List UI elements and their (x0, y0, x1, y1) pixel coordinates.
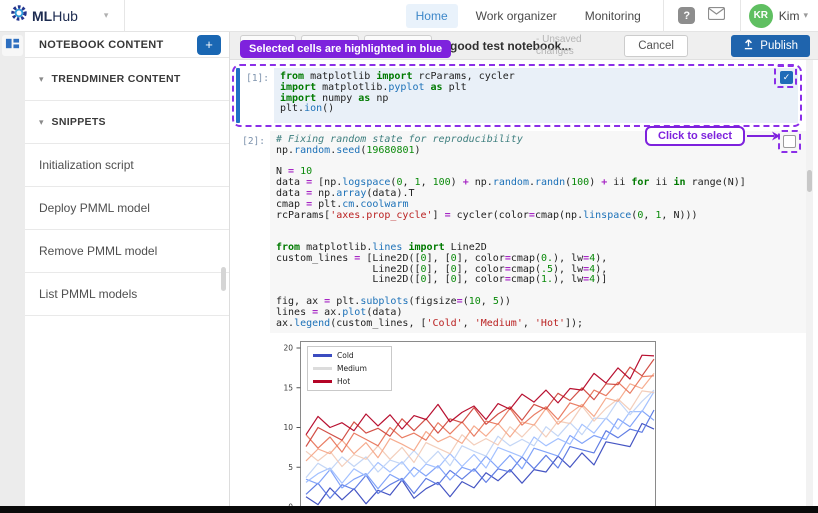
layout-panel-button[interactable] (2, 35, 23, 56)
mlhub-logo[interactable]: MLHub ▾ (0, 0, 118, 31)
notebook-scrollbar-thumb[interactable] (807, 170, 812, 192)
item-label: Deploy PMML model (39, 201, 150, 215)
annotation-arrow (747, 128, 781, 144)
cell-output-figure: 05101520ColdMediumHot (262, 339, 658, 506)
svg-text:15: 15 (283, 383, 293, 392)
topbar-divider (124, 0, 125, 32)
logo-dropdown-chevron-icon[interactable]: ▾ (104, 10, 109, 21)
selected-cell-annotation-border: [1]: from matplotlib import rcParams, cy… (232, 64, 802, 127)
sidebar-item-deploy-pmml-model[interactable]: Deploy PMML model (25, 187, 229, 230)
topbar: MLHub ▾ Home Work organizer Monitoring ? (0, 0, 818, 32)
cell-code[interactable]: # Fixing random state for reproducibilit… (270, 131, 807, 333)
sidebar-header: NOTEBOOK CONTENT + (25, 32, 229, 58)
svg-text:Cold: Cold (337, 351, 354, 360)
button-label: Publish (760, 40, 798, 52)
item-label: List PMML models (39, 287, 137, 301)
grid-layout-icon (5, 36, 20, 56)
notebook-editor: ⊕ New ↥ Load ↧ Import 1 good test notebo… (230, 32, 818, 506)
user-name: Kim (779, 9, 800, 23)
sidebar-item-list-pmml-models[interactable]: List PMML models (25, 273, 229, 316)
svg-text:10: 10 (283, 423, 293, 432)
topbar-divider (740, 0, 741, 32)
window-bottom-edge (0, 506, 818, 513)
svg-text:20: 20 (283, 344, 293, 353)
content-area: NOTEBOOK CONTENT + ▾ TRENDMINER CONTENT … (0, 32, 818, 506)
item-label: Remove PMML model (39, 244, 157, 258)
cell-prompt: [1]: (240, 68, 274, 123)
item-label: Initialization script (39, 158, 134, 172)
svg-text:5: 5 (288, 463, 293, 472)
nav-monitoring[interactable]: Monitoring (575, 4, 651, 28)
publish-upload-icon (743, 39, 754, 53)
user-menu[interactable]: KR Kim ▾ (749, 4, 808, 28)
notebook-toolbar: ⊕ New ↥ Load ↧ Import 1 good test notebo… (230, 32, 818, 60)
section-label: TRENDMINER CONTENT (52, 73, 181, 85)
publish-button[interactable]: Publish (731, 35, 810, 57)
topbar-divider (663, 0, 664, 32)
notebook-cells-area: [1]: from matplotlib import rcParams, cy… (230, 60, 818, 506)
mlhub-app: MLHub ▾ Home Work organizer Monitoring ? (0, 0, 818, 513)
cancel-button[interactable]: Cancel (624, 35, 688, 57)
nav-home[interactable]: Home (406, 4, 458, 28)
sidebar-title: NOTEBOOK CONTENT (39, 39, 197, 51)
svg-text:Hot: Hot (337, 377, 350, 386)
svg-text:Medium: Medium (337, 364, 367, 373)
user-avatar: KR (749, 4, 773, 28)
checkbox-annotation-border (774, 65, 797, 88)
chevron-down-icon: ▾ (39, 74, 44, 85)
unsaved-changes-status: - Unsaved changes (536, 34, 594, 58)
checkbox-annotation-border (778, 130, 801, 153)
sidebar-section-trendminer-content[interactable]: ▾ TRENDMINER CONTENT (25, 58, 229, 101)
line-chart: 05101520ColdMediumHot (262, 339, 658, 506)
nav-work-organizer[interactable]: Work organizer (466, 4, 567, 28)
sidebar-item-initialization-script[interactable]: Initialization script (25, 144, 229, 187)
sidebar-scrollbar-thumb[interactable] (221, 267, 226, 291)
sidebar-section-snippets[interactable]: ▾ SNIPPETS (25, 101, 229, 144)
user-dropdown-chevron-icon: ▾ (803, 10, 808, 21)
selected-cells-tooltip: Selected cells are highlighted in blue (240, 40, 451, 58)
notebook-scrollbar[interactable] (806, 60, 813, 506)
mlhub-logo-text: MLHub (32, 8, 78, 24)
code-cell-2[interactable]: [2]: # Fixing random state for reproduci… (236, 131, 807, 333)
help-icon: ? (678, 7, 695, 24)
cell-code[interactable]: from matplotlib import rcParams, cycleri… (274, 68, 798, 123)
top-navigation: Home Work organizer Monitoring ? KR Kim … (402, 0, 818, 31)
section-label: SNIPPETS (52, 116, 106, 128)
cell-prompt: [2]: (236, 131, 270, 333)
mlhub-gear-icon (10, 4, 28, 27)
add-content-button[interactable]: + (197, 35, 221, 55)
mail-icon (708, 7, 725, 25)
help-button[interactable]: ? (672, 5, 702, 27)
left-icon-strip (0, 32, 25, 506)
notebook-content-sidebar: NOTEBOOK CONTENT + ▾ TRENDMINER CONTENT … (25, 32, 230, 506)
code-cell-1[interactable]: [1]: from matplotlib import rcParams, cy… (236, 68, 798, 123)
chevron-down-icon: ▾ (39, 117, 44, 128)
sidebar-item-remove-pmml-model[interactable]: Remove PMML model (25, 230, 229, 273)
click-to-select-tooltip: Click to select (645, 126, 745, 146)
messages-button[interactable] (702, 5, 732, 27)
